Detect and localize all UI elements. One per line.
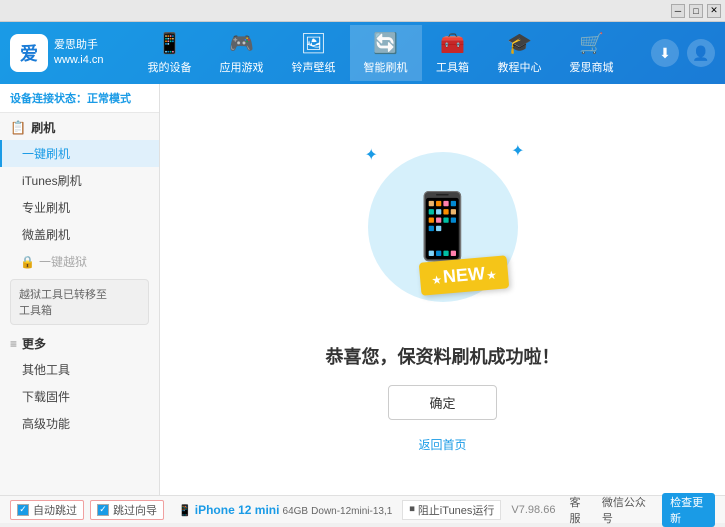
device-info: 📱 iPhone 12 mini 64GB Down-12mini-13,1 <box>178 503 392 517</box>
more-section-icon: ≡ <box>10 337 17 351</box>
version-label: V7.98.66 <box>511 504 555 516</box>
nav-shop[interactable]: 🛒 爱思商城 <box>556 25 628 81</box>
stop-icon: ⏹ <box>409 503 415 516</box>
sidebar-item-one-key[interactable]: 一键刷机 <box>0 140 159 167</box>
auto-launch-checkbox[interactable]: ✓ <box>17 504 29 516</box>
window-controls[interactable]: ─ □ ✕ <box>671 4 721 18</box>
wallpaper-icon: 🖼 <box>301 31 326 56</box>
jailbreak-note: 越狱工具已转移至 工具箱 <box>10 279 149 325</box>
sidebar: 设备连接状态：正常模式 📋 刷机 一键刷机 iTunes刷机 专业刷机 微盖刷机… <box>0 84 160 495</box>
logo-line2: www.i4.cn <box>54 53 104 68</box>
auto-launch-checkbox-area[interactable]: ✓ 自动跳过 <box>10 500 84 520</box>
status-value: 正常模式 <box>87 93 131 105</box>
auto-launch-label: 自动跳过 <box>33 502 77 518</box>
flash-section-label: 刷机 <box>31 119 55 136</box>
phone-circle: 📱 NEW <box>368 152 518 302</box>
logo-area: 爱 爱思助手 www.i4.cn <box>10 34 110 72</box>
bottom-bar: ✓ 自动跳过 ✓ 跳过向导 📱 iPhone 12 mini 64GB Down… <box>0 495 725 523</box>
back-link[interactable]: 返回首页 <box>418 436 466 453</box>
nav-wallpaper[interactable]: 🖼 铃声壁纸 <box>278 25 350 81</box>
nav-smart-shop-label: 智能刷机 <box>364 59 408 75</box>
header-right: ⬇ 👤 <box>651 39 715 67</box>
app-game-icon: 🎮 <box>229 31 254 56</box>
logo-text: 爱思助手 www.i4.cn <box>54 38 104 69</box>
close-button[interactable]: ✕ <box>707 4 721 18</box>
nav-my-device[interactable]: 📱 我的设备 <box>134 25 206 81</box>
flash-section-icon: 📋 <box>10 120 26 136</box>
nav-tutorial-label: 教程中心 <box>498 59 542 75</box>
skip-wizard-label: 跳过向导 <box>113 502 157 518</box>
main-area: 设备连接状态：正常模式 📋 刷机 一键刷机 iTunes刷机 专业刷机 微盖刷机… <box>0 84 725 495</box>
phone-icon: 📱 <box>403 189 483 264</box>
toolbox-icon: 🧰 <box>440 31 465 56</box>
sidebar-item-advanced[interactable]: 高级功能 <box>0 410 159 437</box>
lock-icon: 🔒 <box>20 255 35 269</box>
jailbreak-note-line2: 工具箱 <box>19 302 140 318</box>
my-device-icon: 📱 <box>157 31 182 56</box>
connection-status: 设备连接状态：正常模式 <box>0 84 159 113</box>
tutorial-icon: 🎓 <box>507 31 532 56</box>
device-storage: 64GB <box>283 506 309 517</box>
nav-app-game-label: 应用游戏 <box>220 59 264 75</box>
bottom-left: ✓ 自动跳过 ✓ 跳过向导 <box>10 500 164 520</box>
download-button[interactable]: ⬇ <box>651 39 679 67</box>
sidebar-item-jailbreak-disabled: 🔒 一键越狱 <box>0 248 159 275</box>
stop-itunes-button[interactable]: ⏹ 阻止iTunes运行 <box>402 500 501 520</box>
more-section-header: ≡ 更多 <box>0 329 159 356</box>
nav-wallpaper-label: 铃声壁纸 <box>292 59 336 75</box>
minimize-button[interactable]: ─ <box>671 4 685 18</box>
content-area: 📱 NEW ✦ ✦ 恭喜您，保资料刷机成功啦！ 确定 返回首页 <box>160 84 725 495</box>
customer-service-link[interactable]: 客服 <box>569 494 587 526</box>
new-badge: NEW <box>418 255 508 296</box>
maximize-button[interactable]: □ <box>689 4 703 18</box>
more-section-label: 更多 <box>22 335 46 352</box>
success-graphic: 📱 NEW ✦ ✦ <box>343 127 543 327</box>
nav-smart-shop[interactable]: 🔄 智能刷机 <box>350 25 422 81</box>
sidebar-item-download-firmware[interactable]: 下载固件 <box>0 383 159 410</box>
device-phone-icon: 📱 <box>178 505 192 517</box>
logo-icon: 爱 <box>10 34 48 72</box>
nav-toolbox[interactable]: 🧰 工具箱 <box>422 25 484 81</box>
sidebar-item-other-tools[interactable]: 其他工具 <box>0 356 159 383</box>
nav-tutorial[interactable]: 🎓 教程中心 <box>484 25 556 81</box>
user-button[interactable]: 👤 <box>687 39 715 67</box>
sidebar-item-itunes[interactable]: iTunes刷机 <box>0 167 159 194</box>
bottom-right: V7.98.66 客服 微信公众号 检查更新 <box>511 493 715 527</box>
skip-wizard-checkbox[interactable]: ✓ <box>97 504 109 516</box>
nav-toolbox-label: 工具箱 <box>436 59 469 75</box>
nav-my-device-label: 我的设备 <box>148 59 192 75</box>
confirm-button[interactable]: 确定 <box>388 385 496 420</box>
status-label: 设备连接状态： <box>10 93 87 105</box>
nav-app-game[interactable]: 🎮 应用游戏 <box>206 25 278 81</box>
skip-wizard-checkbox-area[interactable]: ✓ 跳过向导 <box>90 500 164 520</box>
wechat-link[interactable]: 微信公众号 <box>602 494 648 526</box>
title-bar: ─ □ ✕ <box>0 0 725 22</box>
stop-itunes-label: 阻止iTunes运行 <box>418 502 495 518</box>
sparkle-topright: ✦ <box>511 141 524 161</box>
sidebar-item-micro-flash[interactable]: 微盖刷机 <box>0 221 159 248</box>
jailbreak-note-line1: 越狱工具已转移至 <box>19 286 140 302</box>
flash-section-header: 📋 刷机 <box>0 113 159 140</box>
success-text: 恭喜您，保资料刷机成功啦！ <box>326 343 560 369</box>
shop-icon: 🛒 <box>579 31 604 56</box>
nav-bar: 📱 我的设备 🎮 应用游戏 🖼 铃声壁纸 🔄 智能刷机 🧰 工具箱 🎓 教程中心… <box>110 25 651 81</box>
header: 爱 爱思助手 www.i4.cn 📱 我的设备 🎮 应用游戏 🖼 铃声壁纸 🔄 … <box>0 22 725 84</box>
smart-shop-icon: 🔄 <box>373 31 398 56</box>
sparkle-topleft: ✦ <box>365 145 378 165</box>
check-update-button[interactable]: 检查更新 <box>662 493 715 527</box>
sidebar-item-pro-flash[interactable]: 专业刷机 <box>0 194 159 221</box>
nav-shop-label: 爱思商城 <box>570 59 614 75</box>
device-name: iPhone 12 mini <box>195 503 280 517</box>
logo-line1: 爱思助手 <box>54 38 104 53</box>
device-model: Down-12mini-13,1 <box>311 506 392 517</box>
